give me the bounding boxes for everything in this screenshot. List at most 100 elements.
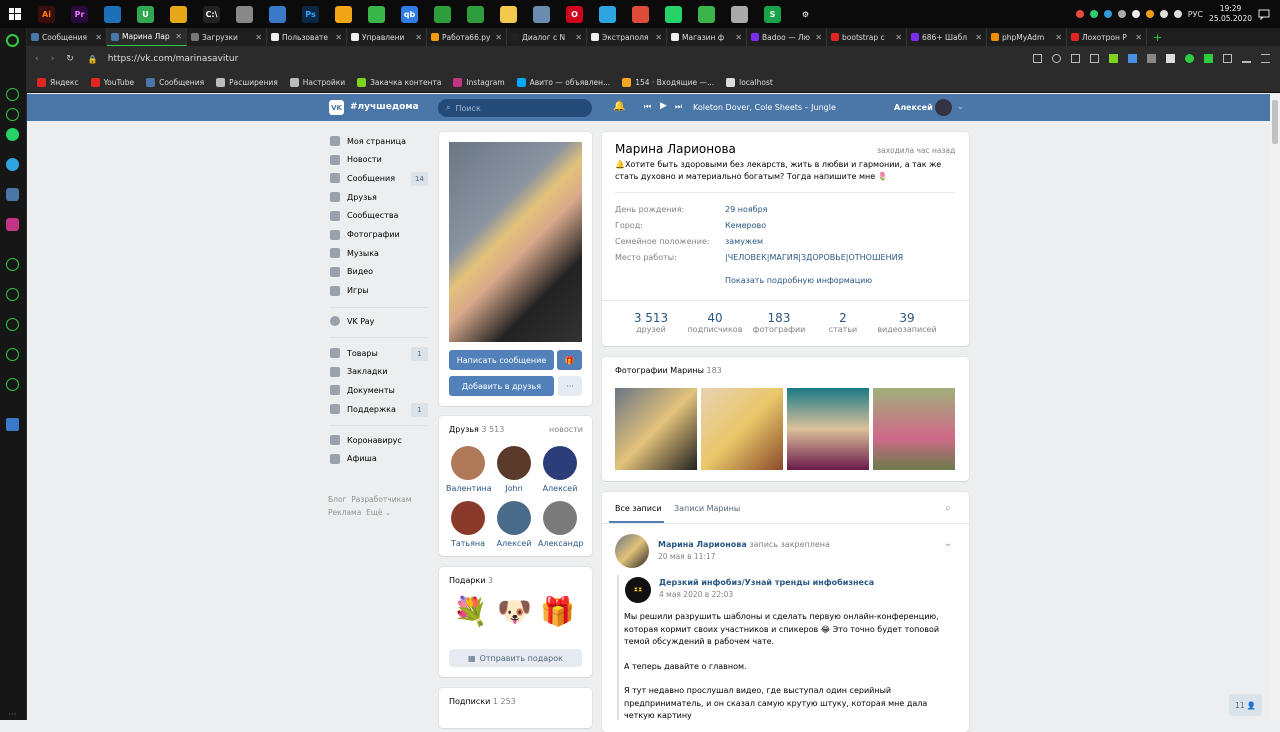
info-value[interactable]: |ЧЕЛОВЕК|МАГИЯ|ЗДОРОВЬЕ|ОТНОШЕНИЯ: [725, 253, 903, 262]
chevron-down-icon[interactable]: ⌄: [957, 102, 964, 111]
url-input[interactable]: https://vk.com/marinasavitur: [108, 54, 239, 64]
back-icon[interactable]: ‹: [35, 54, 39, 64]
nav-item[interactable]: Сообщения: [330, 173, 395, 184]
nav-item[interactable]: Друзья: [330, 192, 377, 203]
history-icon[interactable]: [6, 288, 19, 301]
browser-tab[interactable]: Экстраполя ✕: [587, 28, 667, 46]
info-value[interactable]: 29 ноября: [725, 205, 767, 214]
news-icon[interactable]: [6, 108, 19, 121]
user-name[interactable]: Алексей: [894, 103, 933, 112]
subs-title[interactable]: Подписки: [449, 697, 490, 706]
download-icon[interactable]: [6, 318, 19, 331]
clock[interactable]: 19:29 25.05.2020: [1209, 4, 1252, 24]
close-tab-icon[interactable]: ✕: [735, 33, 742, 42]
bookmark-item[interactable]: Расширения: [216, 77, 278, 87]
bookmark-item[interactable]: Авито — объявлен...: [516, 77, 610, 87]
reload-icon[interactable]: ↻: [66, 54, 74, 64]
prev-track-icon[interactable]: ⏮: [644, 102, 651, 112]
taskbar-app[interactable]: S: [756, 0, 789, 28]
profile-photo[interactable]: [449, 142, 582, 342]
add-friend-button[interactable]: Добавить в друзья: [449, 376, 554, 396]
taskbar-app[interactable]: [591, 0, 624, 28]
taskbar-app[interactable]: ⚙: [789, 0, 822, 28]
friend-item[interactable]: John: [492, 446, 536, 493]
taskbar-app[interactable]: [492, 0, 525, 28]
stat-item[interactable]: 40 подписчиков: [680, 311, 750, 335]
wifi-icon[interactable]: [1159, 10, 1168, 18]
browser-tab[interactable]: Сообщения ✕: [27, 28, 107, 46]
taskbar-app[interactable]: [624, 0, 657, 28]
post-author[interactable]: Марина Ларионова: [658, 540, 747, 549]
close-tab-icon[interactable]: ✕: [655, 33, 662, 42]
sidebar-more-icon[interactable]: ···: [8, 710, 17, 720]
post-date[interactable]: 20 мая в 11:17: [658, 552, 716, 561]
browser-tab[interactable]: Лохотрон Р ✕: [1067, 28, 1147, 46]
search-icon[interactable]: ⌕: [945, 503, 951, 514]
taskbar-app[interactable]: Ai: [30, 0, 63, 28]
close-tab-icon[interactable]: ✕: [335, 33, 342, 42]
browser-tab[interactable]: Badoo — Лю ✕: [747, 28, 827, 46]
nav-item[interactable]: Видео: [330, 266, 373, 277]
browser-tab[interactable]: bootstrap с ✕: [827, 28, 907, 46]
nav-item[interactable]: Документы: [330, 385, 395, 396]
close-tab-icon[interactable]: ✕: [1135, 33, 1142, 42]
bookmark-item[interactable]: localhost: [726, 77, 773, 87]
gift-toy[interactable]: 🐶: [497, 595, 532, 628]
browser-tab[interactable]: Загрузки ✕: [187, 28, 267, 46]
friend-item[interactable]: Алексей: [492, 501, 536, 548]
nav-item[interactable]: Фотографии: [330, 229, 400, 240]
info-value[interactable]: Кемерово: [725, 221, 766, 230]
ext-icon[interactable]: [1185, 54, 1194, 63]
taskbar-app[interactable]: [657, 0, 690, 28]
download-ext-icon[interactable]: [1109, 54, 1118, 63]
nav-item[interactable]: Новости: [330, 154, 382, 165]
close-tab-icon[interactable]: ✕: [815, 33, 822, 42]
close-tab-icon[interactable]: ✕: [175, 32, 182, 41]
tray-icon[interactable]: [1089, 10, 1098, 18]
taskbar-app[interactable]: Ps: [294, 0, 327, 28]
send-gift-button[interactable]: ▦ Отправить подарок: [449, 649, 582, 667]
gift-box[interactable]: 🎁: [540, 595, 575, 628]
taskbar-app[interactable]: qb: [393, 0, 426, 28]
friends-news-link[interactable]: новости: [549, 425, 583, 434]
browser-tab[interactable]: phpMyAdm ✕: [987, 28, 1067, 46]
repost-author[interactable]: Дерзкий инфобиз/Узнай тренды инфобизнеса: [659, 578, 874, 587]
close-tab-icon[interactable]: ✕: [895, 33, 902, 42]
gear-icon[interactable]: [1166, 54, 1175, 63]
heart-icon[interactable]: [1071, 54, 1080, 63]
friend-item[interactable]: Валентина: [446, 446, 492, 493]
bookmark-item[interactable]: Сообщения: [146, 77, 204, 87]
instagram-icon[interactable]: [6, 218, 19, 231]
stat-item[interactable]: 183 фотографии: [744, 311, 814, 335]
taskbar-app[interactable]: [723, 0, 756, 28]
chevron-down-icon[interactable]: ⌄: [944, 538, 952, 549]
taskbar-app[interactable]: C:\: [195, 0, 228, 28]
ext-icon[interactable]: [1147, 54, 1156, 63]
tab-own-posts[interactable]: Записи Марины: [674, 504, 740, 513]
nav-item[interactable]: Игры: [330, 285, 369, 296]
speed-dial-icon[interactable]: [6, 88, 19, 101]
sidebar-app-icon[interactable]: [6, 418, 19, 431]
taskbar-app[interactable]: [261, 0, 294, 28]
bookmark-icon[interactable]: [1090, 54, 1099, 63]
browser-tab[interactable]: Магазин ф ✕: [667, 28, 747, 46]
gifts-title[interactable]: Подарки: [449, 576, 485, 585]
gift-icon[interactable]: 🎁: [557, 350, 582, 370]
menu-icon[interactable]: [1261, 54, 1270, 63]
friends-title[interactable]: Друзья: [449, 425, 479, 434]
settings-icon[interactable]: [6, 378, 19, 391]
scrollbar-thumb[interactable]: [1272, 100, 1278, 144]
photo-thumb[interactable]: [787, 388, 869, 470]
nav-item[interactable]: Товары: [330, 348, 378, 358]
close-tab-icon[interactable]: ✕: [575, 33, 582, 42]
browser-tab[interactable]: 686+ Шабл ✕: [907, 28, 987, 46]
browser-tab[interactable]: Диалог с N ✕: [507, 28, 587, 46]
profile-status[interactable]: 🔔Хотите быть здоровыми без лекарств, жит…: [615, 159, 960, 183]
close-tab-icon[interactable]: ✕: [1055, 33, 1062, 42]
search-input[interactable]: ⌕ Поиск: [438, 99, 592, 117]
stat-item[interactable]: 39 видеозаписей: [872, 311, 942, 335]
new-tab-icon[interactable]: +: [1147, 31, 1162, 44]
downloads-icon[interactable]: [1242, 54, 1251, 63]
close-tab-icon[interactable]: ✕: [975, 33, 982, 42]
opera-menu-icon[interactable]: [6, 34, 19, 47]
